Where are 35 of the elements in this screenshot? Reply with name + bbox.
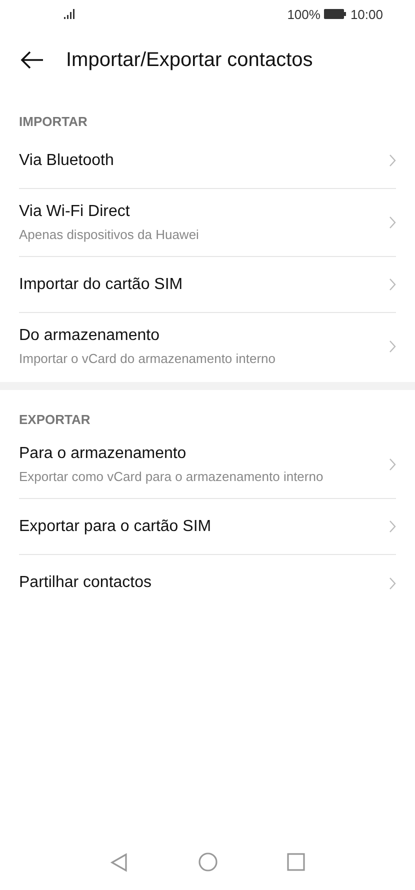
item-title: Do armazenamento xyxy=(19,327,161,345)
chevron-right-icon xyxy=(389,340,396,353)
item-subtitle: Importar o vCard do armazenamento interno xyxy=(19,351,277,366)
list-item[interactable]: Exportar para o cartão SIM xyxy=(19,499,396,555)
item-subtitle: Exportar como vCard para o armazenamento interno xyxy=(19,469,324,484)
list-item[interactable]: Para o armazenamento Exportar como vCard para o armazenamento interno xyxy=(19,431,396,499)
signal-icon xyxy=(64,9,76,19)
chevron-right-icon xyxy=(389,154,396,167)
item-title: Partilhar contactos xyxy=(19,574,153,592)
item-subtitle: Apenas dispositivos da Huawei xyxy=(19,227,200,242)
list-item[interactable]: Partilhar contactos xyxy=(19,555,396,611)
chevron-right-icon xyxy=(389,520,396,533)
item-title: Exportar para o cartão SIM xyxy=(19,518,212,536)
item-title: Para o armazenamento xyxy=(19,445,188,463)
list-item[interactable]: Importar do cartão SIM xyxy=(19,257,396,313)
back-arrow-icon[interactable] xyxy=(20,50,44,70)
chevron-right-icon xyxy=(389,576,396,590)
back-icon[interactable] xyxy=(110,852,128,872)
item-title: Importar do cartão SIM xyxy=(19,276,184,294)
section-heading: EXPORTAR xyxy=(18,411,92,429)
chevron-right-icon xyxy=(389,216,396,229)
list-item[interactable]: Do armazenamento Importar o vCard do armazenamento interno xyxy=(19,313,396,380)
list-item[interactable]: Via Wi-Fi Direct Apenas dispositivos da Huawei xyxy=(19,189,396,257)
item-title: Via Bluetooth xyxy=(19,152,115,170)
battery-percent: 100% xyxy=(287,6,320,22)
screen-title: Importar/Exportar contactos xyxy=(66,48,313,72)
chevron-right-icon xyxy=(389,458,396,471)
battery-icon xyxy=(324,9,346,19)
list-item[interactable]: Via Bluetooth xyxy=(19,133,396,189)
clock-time: 10:00 xyxy=(350,6,383,22)
home-icon[interactable] xyxy=(198,852,218,872)
chevron-right-icon xyxy=(389,278,396,291)
item-title: Via Wi-Fi Direct xyxy=(19,203,131,221)
section-heading: IMPORTAR xyxy=(18,113,88,131)
recent-apps-icon[interactable] xyxy=(287,853,305,871)
